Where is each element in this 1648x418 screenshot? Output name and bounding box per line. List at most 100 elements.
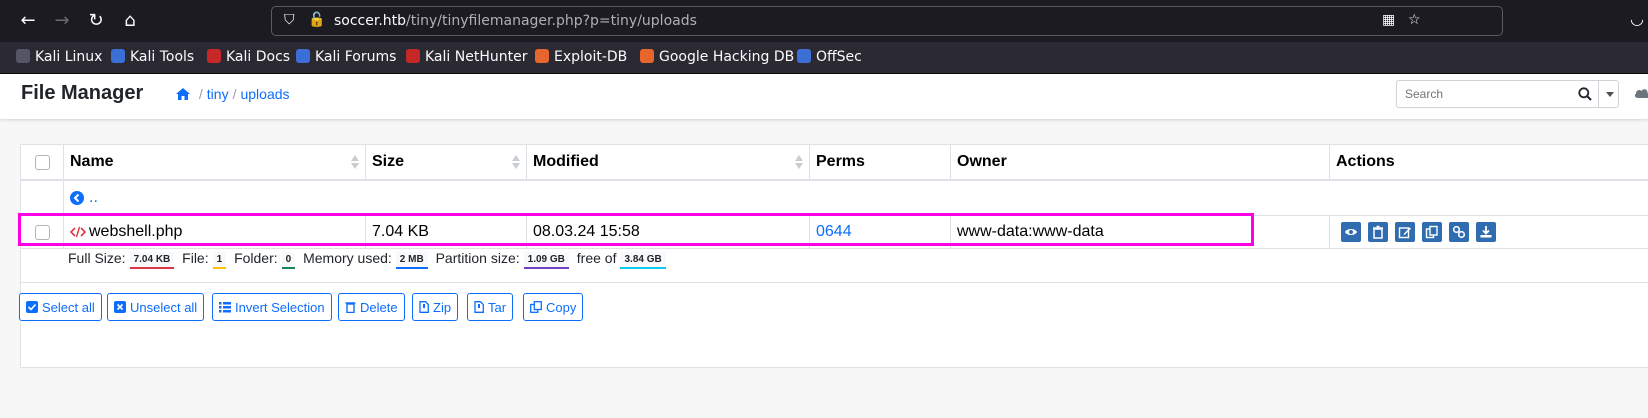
bookmark-kali-forums[interactable]: Kali Forums bbox=[296, 49, 396, 65]
forward-icon[interactable]: → bbox=[50, 9, 74, 33]
eye-icon bbox=[1345, 229, 1357, 235]
home-icon[interactable] bbox=[175, 87, 191, 101]
column-header-perms: Perms bbox=[809, 145, 950, 179]
select-all-cell bbox=[21, 145, 63, 179]
bookmark-kali-nethunter[interactable]: Kali NetHunter bbox=[406, 49, 527, 65]
column-header-modified[interactable]: Modified bbox=[526, 145, 809, 179]
file-archive-icon bbox=[419, 301, 429, 313]
trash-icon bbox=[345, 302, 356, 313]
reader-view-icon[interactable]: ▦ bbox=[1382, 12, 1395, 28]
table-header-row: Name Size Modified Perms Owner Actions bbox=[21, 145, 1648, 181]
kali-forums-icon bbox=[296, 49, 310, 63]
kali-nethunter-icon bbox=[406, 49, 420, 63]
column-header-size[interactable]: Size bbox=[365, 145, 526, 179]
back-icon[interactable]: ← bbox=[16, 9, 40, 33]
file-name-cell[interactable]: webshell.php bbox=[63, 216, 365, 248]
page: File Manager /tiny/uploads Name Size Mod… bbox=[0, 74, 1648, 418]
brand-title[interactable]: File Manager bbox=[21, 82, 143, 105]
exploit-db-icon bbox=[535, 49, 549, 63]
lock-icon[interactable]: 🔓 bbox=[308, 12, 325, 28]
top-navbar: File Manager / tiny / uploads bbox=[0, 74, 1648, 119]
breadcrumb: / tiny / uploads bbox=[175, 86, 290, 102]
view-button[interactable] bbox=[1341, 222, 1361, 242]
bookmark-google-hacking-db[interactable]: Google Hacking DB bbox=[640, 49, 794, 65]
pocket-icon[interactable]: ◡ bbox=[1630, 9, 1644, 28]
caret-down-icon bbox=[1605, 91, 1614, 97]
bookmark-star-icon[interactable]: ☆ bbox=[1408, 12, 1421, 28]
home-icon[interactable]: ⌂ bbox=[118, 9, 142, 33]
table-row: webshell.php 7.04 KB 08.03.24 15:58 0644… bbox=[21, 216, 1648, 249]
reload-icon[interactable]: ↻ bbox=[84, 9, 108, 33]
memory-badge: 2 MB bbox=[395, 252, 428, 269]
sort-icon bbox=[512, 154, 520, 170]
url-bar[interactable]: ⛉ 🔓 soccer.htb/tiny/tinyfilemanager.php?… bbox=[271, 6, 1503, 36]
search-dropdown-button[interactable] bbox=[1598, 81, 1620, 107]
partition-badge: 1.09 GB bbox=[523, 252, 569, 269]
shield-icon[interactable]: ⛉ bbox=[284, 12, 295, 28]
free-badge: 3.84 GB bbox=[620, 252, 666, 269]
search-box bbox=[1396, 80, 1619, 108]
link-icon bbox=[1452, 225, 1466, 239]
copy-button[interactable]: Copy bbox=[523, 293, 584, 321]
bookmark-offsec[interactable]: OffSec bbox=[797, 49, 862, 65]
check-square-icon bbox=[26, 301, 38, 313]
unselect-all-button[interactable]: Unselect all bbox=[107, 293, 205, 321]
column-header-name[interactable]: Name bbox=[63, 145, 365, 179]
rename-button[interactable] bbox=[1395, 222, 1415, 242]
search-input[interactable] bbox=[1397, 81, 1588, 107]
google-hacking-db-icon bbox=[640, 49, 654, 63]
breadcrumb-tiny[interactable]: tiny bbox=[207, 86, 229, 102]
url-text[interactable]: soccer.htb/tiny/tinyfilemanager.php?p=ti… bbox=[334, 13, 697, 29]
edit-icon bbox=[1398, 227, 1411, 239]
invert-selection-button[interactable]: Invert Selection bbox=[212, 293, 332, 321]
parent-directory-link[interactable]: .. bbox=[63, 181, 1648, 215]
folder-count-badge: 0 bbox=[281, 252, 296, 269]
direct-link-button[interactable] bbox=[1449, 222, 1469, 242]
row-select-cell bbox=[21, 216, 63, 248]
file-perms-link[interactable]: 0644 bbox=[816, 223, 852, 241]
bookmark-kali-tools[interactable]: Kali Tools bbox=[111, 49, 194, 65]
chevron-left-circle-icon bbox=[70, 191, 84, 205]
tar-button[interactable]: Tar bbox=[467, 293, 514, 321]
delete-button[interactable]: Delete bbox=[338, 293, 405, 321]
bookmark-kali-linux[interactable]: Kali Linux bbox=[16, 49, 102, 65]
browser-toolbar: ← → ↻ ⌂ ⛉ 🔓 soccer.htb/tiny/tinyfilemana… bbox=[0, 0, 1648, 42]
copy-icon bbox=[1425, 225, 1438, 239]
search-icon bbox=[1578, 87, 1592, 101]
cloud-upload-icon[interactable] bbox=[1634, 87, 1648, 99]
zip-button[interactable]: Zip bbox=[412, 293, 459, 321]
search-button[interactable] bbox=[1572, 81, 1598, 107]
file-archive-icon bbox=[474, 301, 484, 313]
summary-info: Full Size: 7.04 KB File: 1 Folder: 0 Memory… bbox=[68, 250, 670, 269]
copy-file-button[interactable] bbox=[1422, 222, 1442, 242]
sort-icon bbox=[351, 154, 359, 170]
bookmarks-bar: Kali Linux Kali Tools Kali Docs Kali For… bbox=[0, 42, 1648, 74]
column-header-actions: Actions bbox=[1329, 145, 1648, 179]
breadcrumb-uploads[interactable]: uploads bbox=[240, 86, 289, 102]
download-button[interactable] bbox=[1476, 222, 1496, 242]
select-all-button[interactable]: Select all bbox=[19, 293, 102, 321]
file-modified: 08.03.24 15:58 bbox=[526, 216, 809, 248]
select-all-checkbox[interactable] bbox=[34, 154, 50, 170]
file-name: webshell.php bbox=[89, 223, 183, 240]
trash-icon bbox=[1373, 225, 1383, 239]
kali-logo-icon bbox=[16, 49, 30, 63]
file-size: 7.04 KB bbox=[365, 216, 526, 248]
download-icon bbox=[1480, 226, 1492, 238]
delete-file-button[interactable] bbox=[1368, 222, 1388, 242]
sort-icon bbox=[795, 154, 803, 170]
column-header-owner: Owner bbox=[950, 145, 1329, 179]
empty-cell bbox=[21, 181, 63, 215]
bookmark-exploit-db[interactable]: Exploit-DB bbox=[535, 49, 627, 65]
offsec-icon bbox=[797, 49, 811, 63]
copy-icon bbox=[530, 301, 542, 313]
list-icon bbox=[219, 302, 231, 313]
file-count-badge: 1 bbox=[212, 252, 227, 269]
table-row-parent: .. bbox=[21, 181, 1648, 216]
row-checkbox[interactable] bbox=[34, 224, 50, 240]
file-actions bbox=[1329, 216, 1648, 248]
code-file-icon bbox=[70, 226, 86, 238]
kali-tools-icon bbox=[111, 49, 125, 63]
file-owner: www-data:www-data bbox=[950, 216, 1329, 248]
bookmark-kali-docs[interactable]: Kali Docs bbox=[207, 49, 290, 65]
